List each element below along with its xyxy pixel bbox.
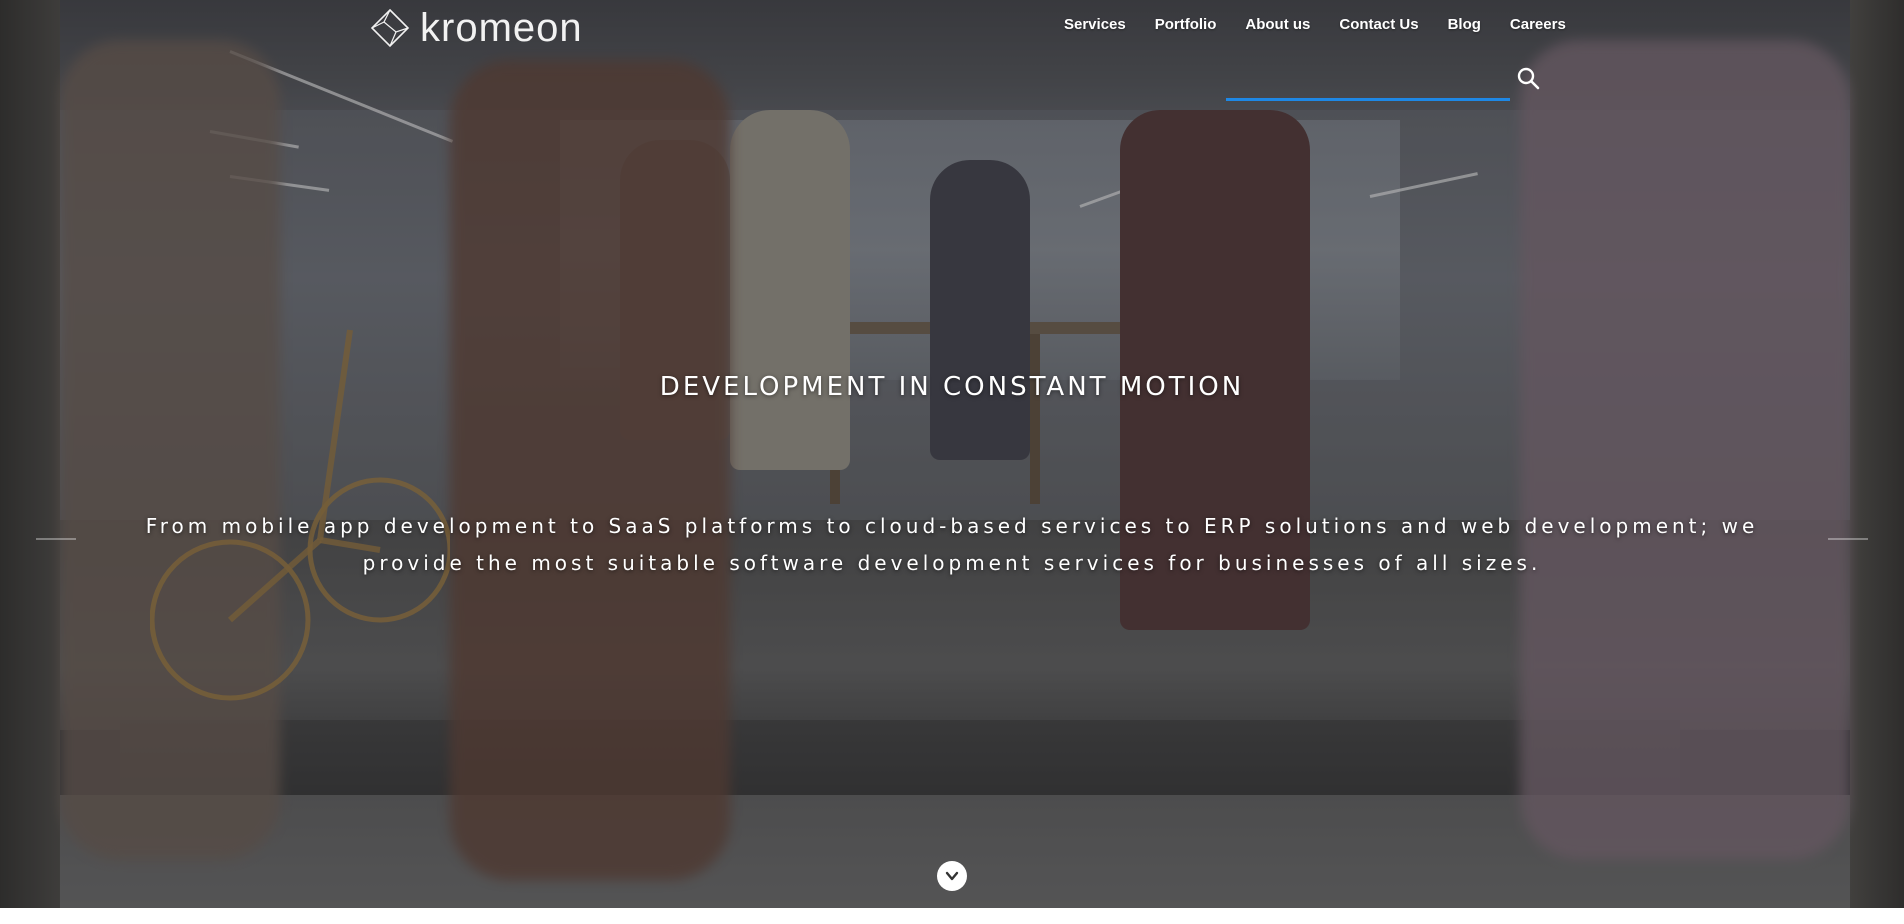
nav-item-about-us[interactable]: About us bbox=[1245, 16, 1310, 33]
search-input[interactable] bbox=[1226, 60, 1510, 101]
brand-name: kromeon bbox=[420, 5, 583, 50]
hero-title: DEVELOPMENT IN CONSTANT MOTION bbox=[659, 372, 1245, 402]
darken-overlay bbox=[0, 0, 1904, 908]
right-slider-dash bbox=[1828, 538, 1868, 540]
hero-description-line: provide the most suitable software devel… bbox=[362, 551, 1542, 575]
nav-item-contact-us[interactable]: Contact Us bbox=[1339, 16, 1418, 33]
left-slider-dash bbox=[36, 538, 76, 540]
nav-item-services[interactable]: Services bbox=[1064, 16, 1126, 33]
brand-logo[interactable]: kromeon bbox=[368, 6, 583, 50]
hero-section: kromeon Services Portfolio About us Cont… bbox=[0, 0, 1904, 908]
scroll-down-button[interactable] bbox=[937, 861, 967, 891]
search-icon[interactable] bbox=[1516, 66, 1540, 90]
chevron-down-icon bbox=[945, 871, 959, 881]
hero-description-line: From mobile app development to SaaS plat… bbox=[145, 514, 1759, 538]
nav-item-portfolio[interactable]: Portfolio bbox=[1155, 16, 1217, 33]
hero-description: From mobile app development to SaaS plat… bbox=[130, 508, 1774, 582]
nav-item-blog[interactable]: Blog bbox=[1448, 16, 1481, 33]
nav-item-careers[interactable]: Careers bbox=[1510, 16, 1566, 33]
main-nav: Services Portfolio About us Contact Us B… bbox=[1064, 16, 1566, 33]
diamond-logo-icon bbox=[370, 8, 410, 48]
search-bar bbox=[1226, 60, 1540, 101]
